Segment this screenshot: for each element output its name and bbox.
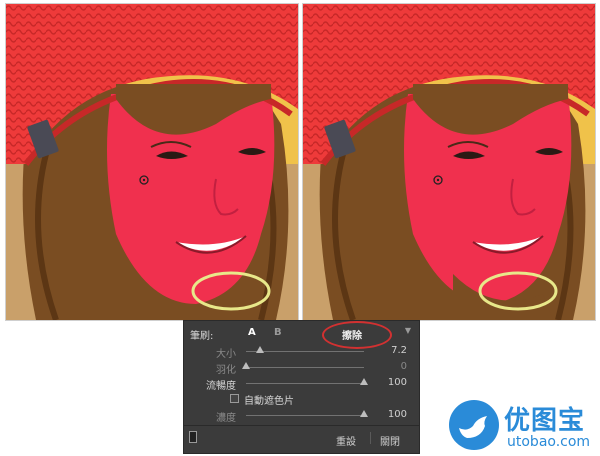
density-slider-thumb[interactable] [360, 410, 368, 417]
photo-after [302, 3, 596, 321]
size-label: 大小 [216, 349, 236, 360]
photo-before [5, 3, 299, 321]
brush-tab-b[interactable]: B [274, 327, 282, 338]
auto-mask-label: 自動遮色片 [244, 396, 294, 407]
close-button[interactable]: 關閉 [380, 433, 400, 448]
button-separator [370, 432, 371, 444]
flow-label: 流暢度 [206, 381, 236, 392]
brush-label: 筆刷: [190, 331, 214, 342]
feather-value[interactable]: 0 [401, 361, 407, 372]
feather-slider-thumb[interactable] [242, 362, 250, 369]
feather-slider-track[interactable] [246, 367, 364, 368]
watermark-url: utobao.com [507, 434, 591, 450]
size-slider-thumb[interactable] [256, 346, 265, 353]
auto-mask-checkbox[interactable] [230, 394, 239, 403]
erase-button[interactable]: 擦除 [342, 327, 362, 342]
reset-button[interactable]: 重設 [336, 433, 356, 448]
size-row: 大小 7.2 [184, 343, 419, 360]
panel-divider [184, 425, 419, 426]
auto-mask-row: 自動遮色片 [184, 391, 419, 407]
watermark: 优图宝 utobao.com [447, 398, 597, 454]
brush-panel: 筆刷: A B 擦除 ▼ 大小 7.2 羽化 0 流暢度 100 自動遮色片 濃… [183, 320, 420, 454]
watermark-name: 优图宝 [504, 406, 586, 436]
density-label: 濃度 [216, 413, 236, 424]
flow-row: 流暢度 100 [184, 375, 419, 392]
density-value[interactable]: 100 [388, 409, 407, 420]
panel-collapse-icon[interactable]: ▼ [405, 326, 411, 335]
brush-tab-a[interactable]: A [248, 327, 256, 338]
feather-label: 羽化 [216, 365, 236, 376]
feather-row: 羽化 0 [184, 359, 419, 376]
density-slider-track[interactable] [246, 415, 364, 416]
flow-slider-thumb[interactable] [360, 378, 368, 385]
size-value[interactable]: 7.2 [391, 345, 407, 356]
density-row: 濃度 100 [184, 407, 419, 424]
flow-value[interactable]: 100 [388, 377, 407, 388]
panel-switch-icon[interactable] [189, 431, 197, 443]
flow-slider-track[interactable] [246, 383, 364, 384]
bird-logo-icon [449, 400, 499, 450]
